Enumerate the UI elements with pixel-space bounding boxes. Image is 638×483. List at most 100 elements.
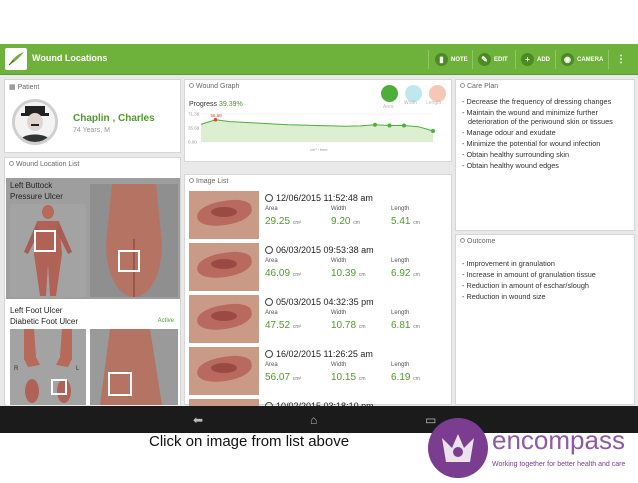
progress-label: Progress 39.39% <box>189 101 243 108</box>
data-point[interactable] <box>387 123 392 128</box>
pencil-icon: ✎ <box>478 53 491 66</box>
area-value: 46.09 cm² <box>265 268 302 279</box>
wound-graph-title: Wound Graph <box>189 83 239 90</box>
wound-list-item[interactable]: Left Buttock Pressure Ulcer <box>6 178 180 299</box>
length-value: 6.92 cm <box>391 268 420 279</box>
wound-marker[interactable] <box>108 372 132 396</box>
care-plan-title: Care Plan <box>460 83 498 90</box>
add-button[interactable]: + ADD <box>521 51 550 68</box>
wound-marker[interactable] <box>34 230 56 252</box>
area-label: Area <box>265 258 278 264</box>
note-label: NOTE <box>451 56 468 63</box>
grid-icon: ▦ <box>9 84 16 91</box>
wound-closeup-image[interactable] <box>90 184 178 297</box>
note-icon: ▮ <box>435 53 448 66</box>
image-date: 06/03/2015 09:53:38 am <box>265 245 374 255</box>
camera-icon: ◉ <box>561 53 574 66</box>
patient-panel[interactable]: ▦ Patient Chaplin , Charles 74 Years, M <box>4 79 181 153</box>
divider <box>555 50 556 69</box>
wound-photo-thumbnail[interactable] <box>189 347 259 395</box>
data-point[interactable] <box>373 122 377 127</box>
care-plan-panel: Care Plan - Decrease the frequency of dr… <box>455 79 635 231</box>
wound-photo-thumbnail[interactable] <box>189 243 259 291</box>
patient-panel-title: ▦ Patient <box>9 83 39 91</box>
bullet-item: - Manage odour and exudate <box>462 128 556 137</box>
x-axis-label: cm² / time <box>310 147 328 152</box>
divider <box>428 50 429 69</box>
app-logo-icon[interactable] <box>5 48 27 70</box>
avatar <box>12 99 58 145</box>
wound-list-item[interactable]: Left Foot Ulcer Diabetic Foot Ulcer Acti… <box>6 303 180 405</box>
wound-photo-thumbnail[interactable] <box>189 191 259 239</box>
back-icon[interactable]: ⬅ <box>193 413 203 427</box>
patient-name: Chaplin , Charles <box>73 113 155 124</box>
divider <box>515 50 516 69</box>
peak-label: 56.68 <box>211 113 223 118</box>
clock-icon <box>265 246 273 254</box>
wound-closeup-image[interactable] <box>90 329 178 405</box>
circle-icon <box>460 83 465 88</box>
bullet-item: - Obtain healthy surrounding skin <box>462 150 570 159</box>
tablet-screen: Wound Locations ▮ NOTE ✎ EDIT + ADD ◉ CA… <box>0 44 638 433</box>
width-value: 10.15 cm <box>331 372 366 383</box>
outcome-title: Outcome <box>460 238 495 245</box>
bullet-item: - Improvement in granulation <box>462 259 555 268</box>
wound-location-list-title: Wound Location List <box>9 161 79 168</box>
length-value: 6.81 cm <box>391 320 420 331</box>
image-list-panel: Image List 12/06/2015 11:52:48 am Area Wid… <box>184 174 452 433</box>
patient-title-label: Patient <box>17 84 40 91</box>
width-value: 10.78 cm <box>331 320 366 331</box>
clock-icon <box>265 194 273 202</box>
circle-icon <box>460 238 465 243</box>
data-point[interactable] <box>431 129 435 134</box>
feet-image[interactable]: R L <box>10 329 86 405</box>
circle-icon <box>189 178 194 183</box>
bullet-item: - Obtain healthy wound edges <box>462 161 559 170</box>
image-list-item[interactable]: 12/06/2015 11:52:48 am Area Width Length 29.… <box>189 191 451 243</box>
image-list-item[interactable]: 05/03/2015 04:32:35 pm Area Width Length 47.… <box>189 295 451 347</box>
home-icon[interactable]: ⌂ <box>310 413 317 427</box>
image-list-title: Image List <box>189 178 228 185</box>
width-value: 9.20 cm <box>331 216 360 227</box>
divider <box>472 50 473 69</box>
bullet-item: - Reduction in amount of eschar/slough <box>462 281 589 290</box>
data-point[interactable] <box>213 117 218 122</box>
bullet-item: - Minimize the potential for wound infec… <box>462 139 601 148</box>
camera-button[interactable]: ◉ CAMERA <box>561 51 603 68</box>
width-label: Width <box>331 310 347 316</box>
edit-button[interactable]: ✎ EDIT <box>478 51 508 68</box>
logo-emblem <box>428 418 488 478</box>
wound-photo-thumbnail[interactable] <box>189 295 259 343</box>
clock-icon <box>265 298 273 306</box>
right-foot-label: R <box>14 366 19 372</box>
legend-length-label: Length <box>426 100 442 106</box>
wound-graph-panel: Wound Graph Progress 39.39% Area Width L… <box>184 79 452 162</box>
data-point[interactable] <box>402 123 406 128</box>
wound-location-list-panel: Wound Location List Left Buttock Pressur… <box>4 157 181 405</box>
wound-marker[interactable] <box>51 379 67 395</box>
area-value: 47.52 cm² <box>265 320 302 331</box>
wound-marker[interactable] <box>118 250 140 272</box>
image-date: 16/02/2015 11:26:25 am <box>265 349 373 359</box>
image-list-item[interactable]: 06/03/2015 09:53:38 am Area Width Length 46.… <box>189 243 451 295</box>
width-label: Width <box>331 258 347 264</box>
circle-icon <box>189 83 194 88</box>
app-bar: Wound Locations ▮ NOTE ✎ EDIT + ADD ◉ CA… <box>0 44 638 75</box>
y-tick-label: 35.68 <box>188 126 200 131</box>
overflow-menu-button[interactable]: ⋮ <box>616 51 626 68</box>
legend-width-label: Width <box>404 100 417 106</box>
area-label: Area <box>265 310 278 316</box>
image-list-item[interactable]: 16/02/2015 11:26:25 am Area Width Length 56.… <box>189 347 451 399</box>
body-front-image[interactable] <box>10 204 86 297</box>
bullet-item: - Decrease the frequency of dressing cha… <box>462 97 612 106</box>
note-button[interactable]: ▮ NOTE <box>435 51 468 68</box>
legend-area-toggle[interactable] <box>381 85 398 102</box>
area-label: Area <box>265 206 278 212</box>
area-line-chart: 71.36 35.68 0.00 56.68 cm² / time <box>188 112 435 152</box>
plus-icon: + <box>521 53 534 66</box>
y-tick-label: 71.36 <box>188 112 200 117</box>
app-title: Wound Locations <box>32 53 108 63</box>
image-date: 05/03/2015 04:32:35 pm <box>265 297 374 307</box>
area-label: Area <box>265 362 278 368</box>
wound-type: Diabetic Foot Ulcer <box>10 317 79 326</box>
